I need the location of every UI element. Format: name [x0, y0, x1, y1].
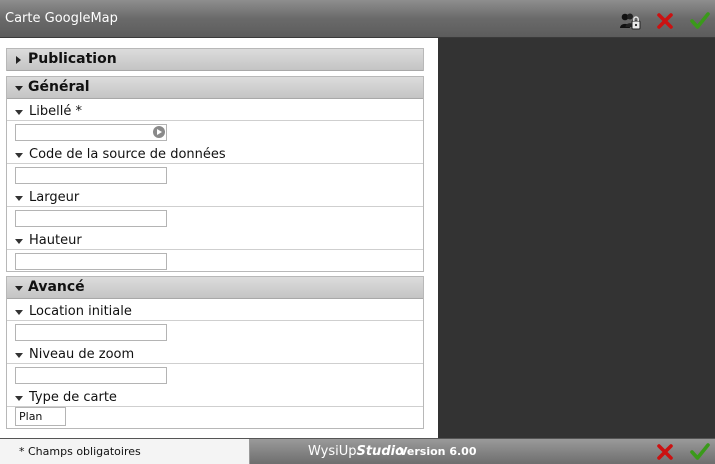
section-title: Général [28, 79, 90, 95]
chevron-down-icon [15, 396, 23, 401]
field-label-largeur: Largeur [7, 189, 423, 207]
section-general: Général Libellé * Code de la source de d… [6, 76, 424, 272]
form-panel: Publication Général Libellé * Code de la… [0, 38, 438, 438]
chevron-down-icon [15, 110, 23, 115]
close-icon[interactable] [656, 12, 676, 30]
type-carte-select[interactable]: Plan [15, 407, 66, 426]
code-source-input[interactable] [15, 167, 167, 184]
field-label-type-carte: Type de carte [7, 389, 423, 407]
brand-logo: WysiUpStudio [308, 439, 404, 464]
chevron-down-icon [15, 153, 23, 158]
expand-down-icon [15, 86, 23, 91]
field-label-libelle: Libellé * [7, 103, 423, 121]
expand-down-icon [15, 286, 23, 291]
section-general-header[interactable]: Général [7, 77, 423, 99]
section-avance-header[interactable]: Avancé [7, 277, 423, 299]
title-bar: Carte GoogleMap [0, 0, 715, 38]
brand-name: WysiUp [308, 444, 357, 459]
brand-name-studio: Studio [356, 444, 405, 459]
chevron-down-icon [15, 310, 23, 315]
field-label-zoom: Niveau de zoom [7, 346, 423, 364]
section-avance: Avancé Location initiale Niveau de zoom … [6, 276, 424, 429]
chevron-down-icon [15, 196, 23, 201]
chevron-down-icon [15, 239, 23, 244]
window-title: Carte GoogleMap [5, 11, 118, 26]
version-label: Version 6.00 [399, 445, 477, 458]
section-publication-header[interactable]: Publication [7, 49, 423, 71]
field-label-hauteur: Hauteur [7, 232, 423, 250]
location-input[interactable] [15, 324, 167, 341]
largeur-input[interactable] [15, 210, 167, 227]
field-label-location: Location initiale [7, 303, 423, 321]
hauteur-input[interactable] [15, 253, 167, 270]
section-publication: Publication [6, 48, 424, 71]
required-fields-note: * Champs obligatoires [0, 439, 250, 464]
users-lock-icon[interactable] [619, 12, 641, 30]
checkmark-icon[interactable] [690, 12, 710, 30]
chevron-down-icon [15, 353, 23, 358]
section-title: Publication [28, 51, 117, 67]
preview-area [438, 38, 715, 438]
section-title: Avancé [28, 279, 85, 295]
libelle-input[interactable] [15, 124, 167, 141]
expand-right-icon [16, 56, 21, 64]
close-icon[interactable] [656, 443, 676, 461]
field-label-code-source: Code de la source de données [7, 146, 423, 164]
arrow-right-icon[interactable] [153, 126, 165, 138]
footer-bar: * Champs obligatoires WysiUpStudio Versi… [0, 438, 715, 464]
zoom-input[interactable] [15, 367, 167, 384]
checkmark-icon[interactable] [690, 443, 710, 461]
